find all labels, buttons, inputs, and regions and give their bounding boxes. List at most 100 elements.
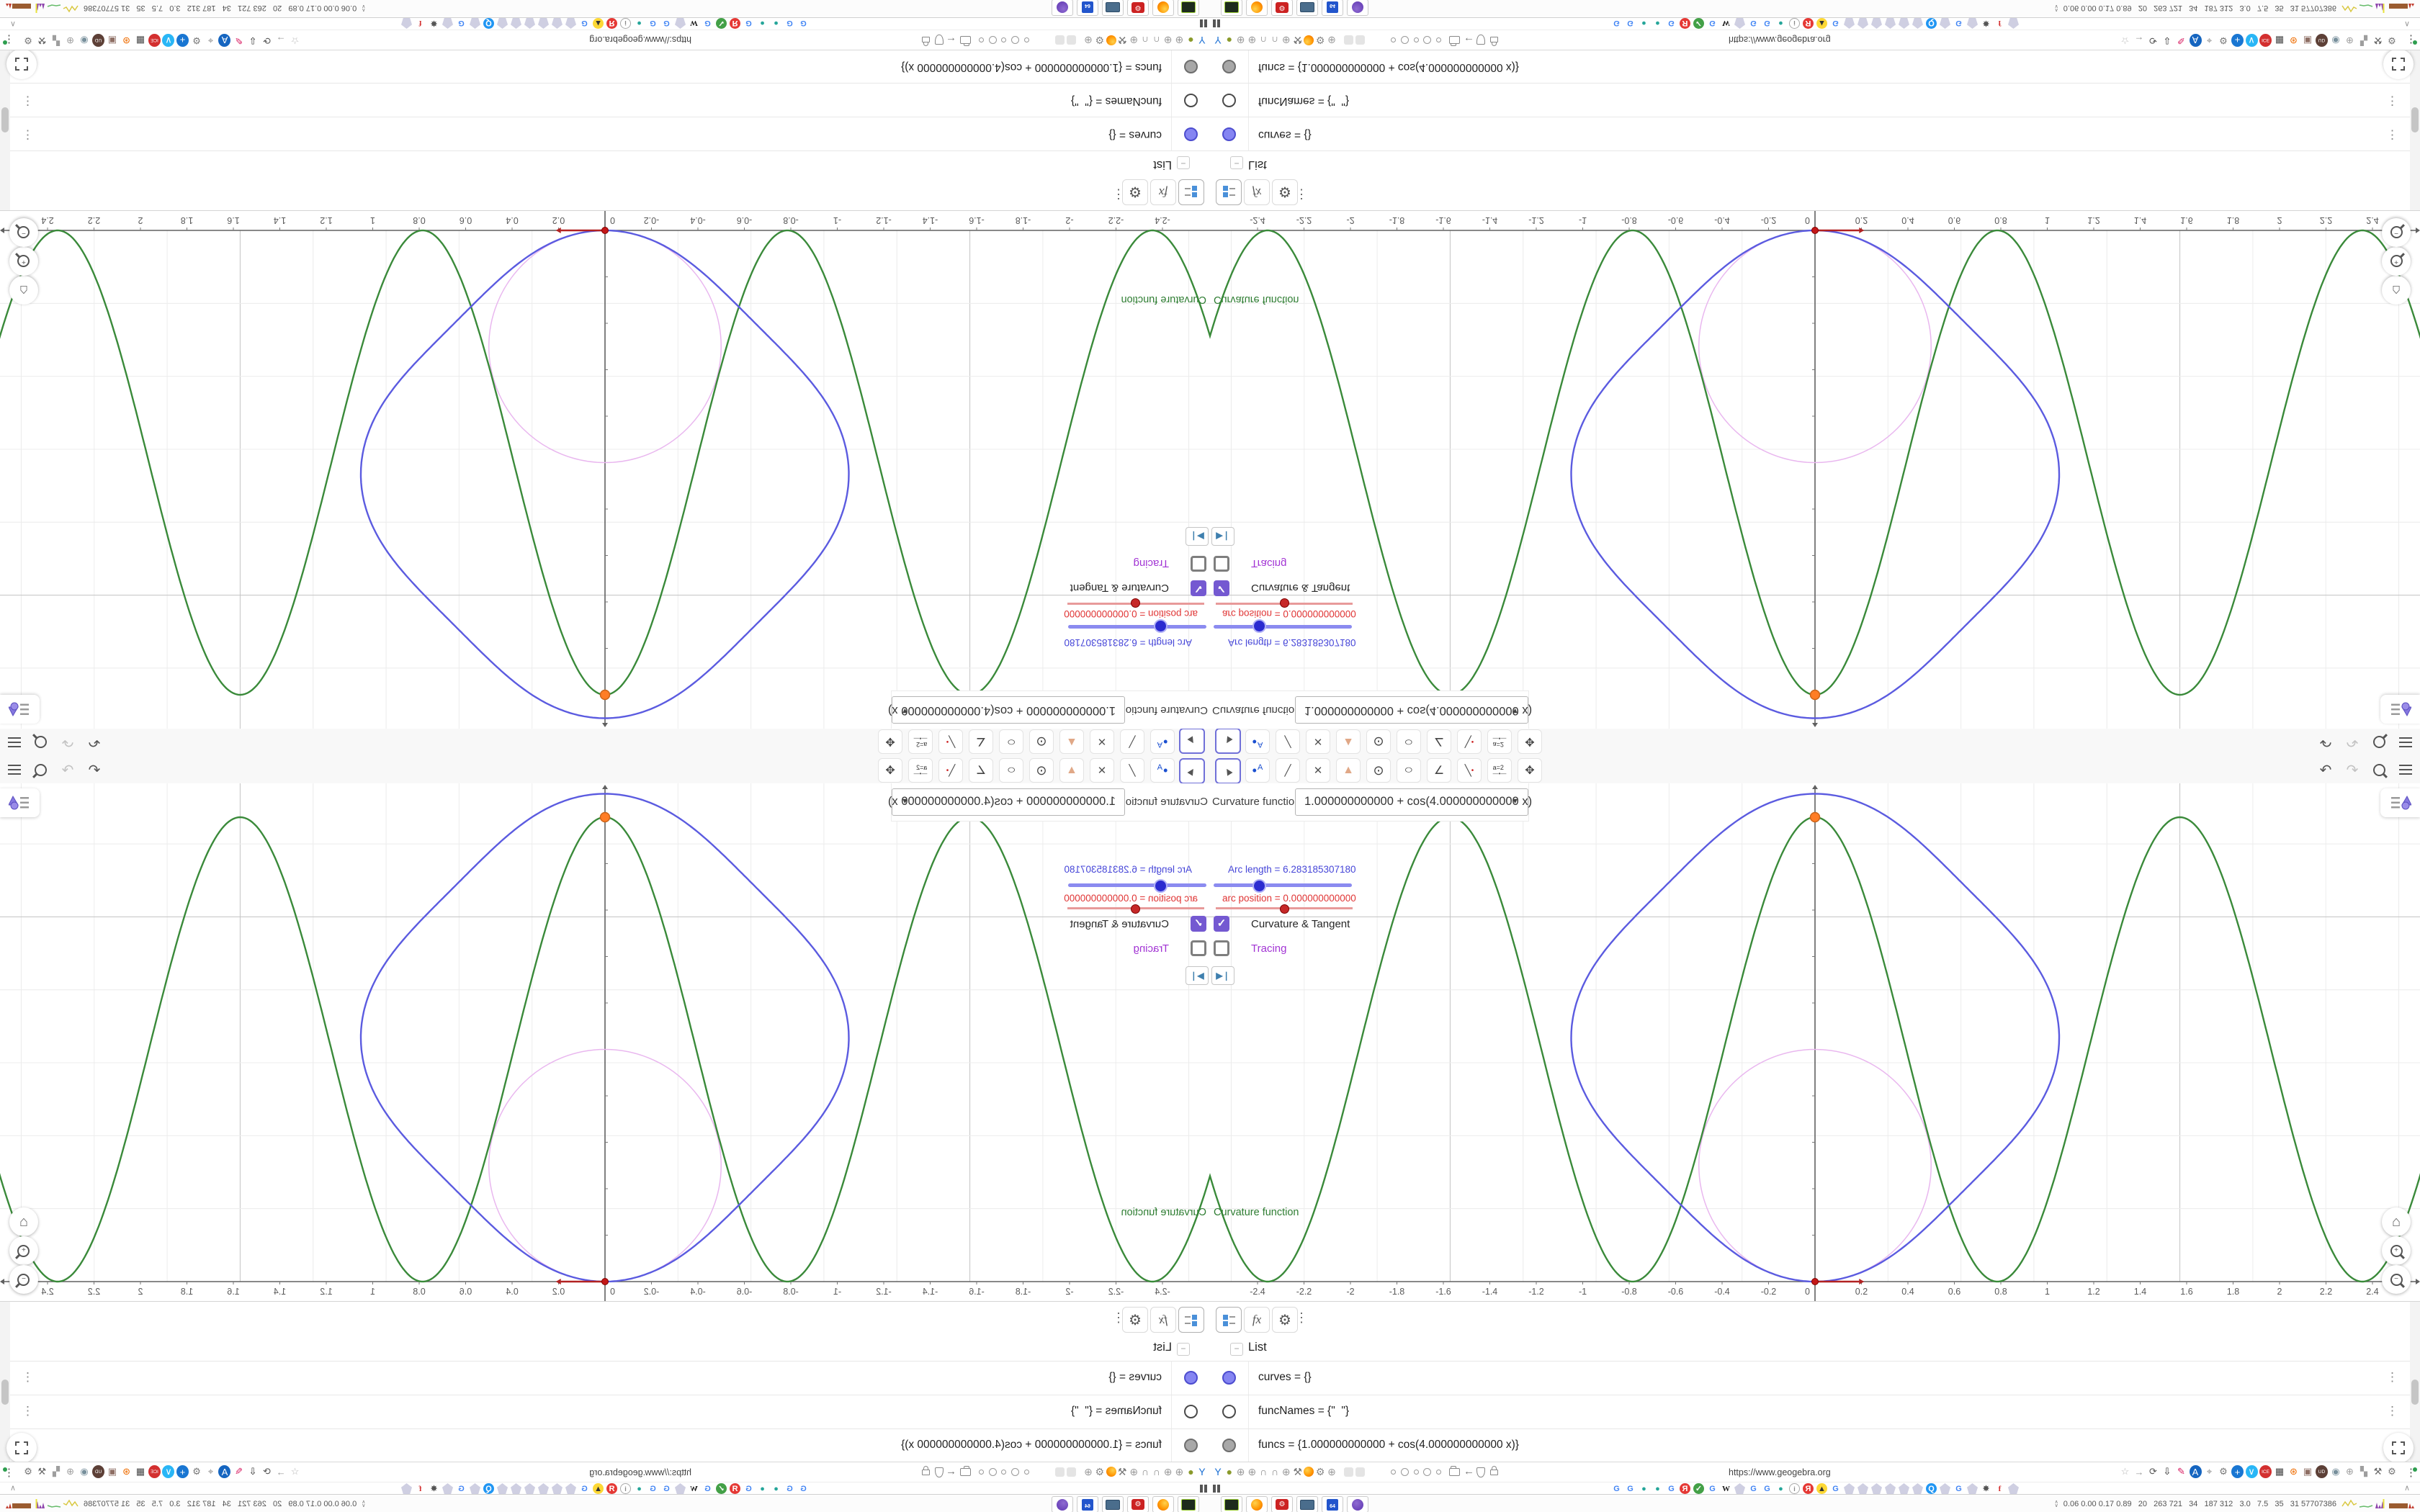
arc-length-slider-thumb[interactable] [1154,879,1168,893]
zoom-out-button[interactable]: − [9,218,38,247]
disabled-extension-icon[interactable] [1054,34,1065,47]
settings-button[interactable]: ⚙ [1122,179,1148,205]
bookmark-favicon[interactable] [538,18,549,29]
menu-icon[interactable] [2397,734,2414,751]
zoom-out-button[interactable]: − [2382,1265,2411,1294]
redo-icon[interactable]: ↷ [2344,734,2361,751]
move-tool[interactable]: ▲ [1179,728,1205,754]
bookmark-favicon[interactable] [442,18,453,29]
firefox-icon[interactable] [1106,1465,1117,1478]
bookmark-favicon[interactable]: i [620,1483,631,1494]
bookmark-favicon[interactable]: ● [634,18,645,29]
globe-icon[interactable]: ⊕ [1281,34,1292,47]
tracing-checkbox[interactable] [1191,556,1206,572]
curvature-function-dropdown[interactable]: 1.000000000000 + cos(4.000000000000 x) ▼ [888,696,1125,724]
trash-icon[interactable]: ▦ [2274,1465,2286,1478]
kebab-menu-icon[interactable]: ⋮ [1295,186,1308,202]
bookmark-favicon[interactable]: G [1625,18,1636,29]
bookmark-favicon[interactable]: ✸ [429,1483,439,1494]
page-action-dot[interactable] [1021,1465,1033,1478]
bookmark-favicon[interactable] [1940,1483,1950,1494]
visibility-marble[interactable] [1184,127,1198,141]
download-icon[interactable]: ⇩ [2161,1465,2174,1478]
forward-arrow-icon[interactable]: → [2133,34,2146,47]
url-text[interactable]: https://www.geogebra.org [589,1467,691,1477]
disabled-extension-icon[interactable] [1355,34,1366,47]
page-action-dot[interactable] [1399,1465,1410,1478]
conic-tool[interactable]: ○ [999,729,1023,754]
line-tool[interactable]: ╱ [1120,758,1144,783]
bookmark-favicon[interactable] [1967,1483,1978,1494]
archive-icon[interactable]: ▣ [107,1465,119,1478]
algebra-row[interactable]: funcNames = {" "} ⋮ [0,1395,1210,1429]
display-app-icon[interactable] [1102,1496,1124,1512]
conic-tool[interactable]: ○ [1397,758,1421,783]
undo-icon[interactable]: ↶ [2317,734,2334,751]
kebab-menu-icon[interactable]: ⋮ [1112,1310,1125,1326]
page-action-dot[interactable] [1387,34,1399,47]
headset-icon[interactable]: ∩ [1269,1465,1281,1478]
firefox-app-icon[interactable] [1152,0,1174,16]
sidebar-toggle-card[interactable] [0,788,40,817]
circle-with-center-tool[interactable]: ⊙ [1366,729,1391,754]
bookmark-favicon[interactable]: ● [1652,1483,1663,1494]
globe-icon[interactable]: ⊕ [64,34,76,47]
shield-down-icon[interactable]: ∨ [162,34,175,47]
bookmark-favicon[interactable]: f [1994,1483,2005,1494]
scrollbar[interactable] [2410,1302,2420,1462]
angle-tool[interactable]: ∠ [969,729,993,754]
fullscreen-button[interactable] [6,49,37,79]
bookmark-favicon[interactable]: Я [1680,18,1690,29]
bookmark-favicon[interactable] [1967,18,1978,29]
bookmark-favicon[interactable]: ✸ [1981,18,1991,29]
bookmark-favicon[interactable]: ✓ [1693,18,1704,29]
visibility-marble[interactable] [1222,1405,1236,1418]
move-tool[interactable]: ▲ [1179,758,1205,784]
globe-icon[interactable]: ⊕ [1235,1465,1247,1478]
puzzle-icon[interactable]: ▚ [50,1465,63,1478]
translate-icon[interactable]: A [2189,1465,2202,1478]
network-globe-icon[interactable]: ⊛ [120,34,133,47]
kebab-menu-icon[interactable]: ⋮ [2386,94,2398,108]
reload-icon[interactable]: ⟳ [2147,1465,2159,1478]
terminal-app-icon[interactable] [1221,1496,1242,1512]
bookmark-favicon[interactable] [524,1483,535,1494]
disabled-extension-icon[interactable] [1343,1465,1355,1478]
archive-icon[interactable]: ▣ [2302,1465,2314,1478]
arc-position-slider[interactable] [1216,598,1353,608]
network-globe-icon[interactable]: ⊛ [2287,34,2300,47]
scrollbar[interactable] [2410,50,2420,210]
folder-icon[interactable] [960,36,971,44]
settings-button[interactable]: ⚙ [1272,179,1298,205]
function-style-button[interactable]: fx [1150,179,1176,205]
bookmark-favicon[interactable] [1857,1483,1868,1494]
wrench-icon[interactable]: ⚒ [1292,1465,1304,1478]
headset-icon[interactable]: ∩ [1151,1465,1162,1478]
forward-arrow-icon[interactable]: → [275,1465,287,1478]
wrench-icon[interactable]: ⚒ [1116,1465,1128,1478]
curvature-tangent-checkbox[interactable]: ✓ [1214,916,1229,932]
highlighter-icon[interactable]: ✎ [2175,34,2187,47]
reload-icon[interactable]: ⟳ [2147,34,2159,47]
bookmark-favicon[interactable] [1871,18,1882,29]
bookmark-favicon[interactable]: ▲ [1816,18,1827,29]
point-tool[interactable]: • A [1245,729,1270,754]
algebra-row[interactable]: funcs = {1.000000000000 + cos(4.00000000… [1210,1429,2420,1463]
bookmark-favicon[interactable] [1885,1483,1896,1494]
bookmark-favicon[interactable]: i [620,18,631,29]
bookmark-favicon[interactable]: G [1762,1483,1773,1494]
redo-icon[interactable]: ↷ [2344,761,2361,778]
step-animation-button[interactable]: ▶❘ [1186,966,1209,985]
settings-button[interactable]: ⚙ [1272,1307,1298,1333]
bookmark-favicon[interactable]: ● [757,18,768,29]
reflect-tool[interactable]: ╲ • [938,729,963,754]
headset-icon[interactable]: ∩ [1269,34,1281,47]
reflect-tool[interactable]: ╲ • [938,758,963,783]
mouse-gesture-icon[interactable]: ⌖ [2203,1465,2215,1478]
bookmark-favicon[interactable]: Я [606,18,617,29]
fullscreen-button[interactable] [6,1433,37,1463]
disabled-extension-icon[interactable] [1054,1465,1065,1478]
bookmark-favicon[interactable]: ▲ [593,18,604,29]
scrollbar[interactable] [0,50,10,210]
search-icon[interactable] [2370,734,2388,751]
